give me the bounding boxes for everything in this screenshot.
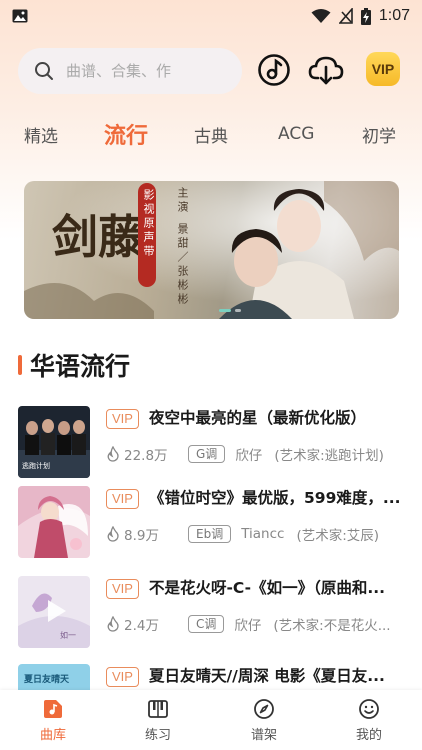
arranger-name: Tiancc: [241, 526, 285, 542]
nav-shelf[interactable]: 谱架: [229, 698, 299, 746]
flame-icon: [107, 616, 119, 632]
search-icon: [35, 62, 53, 80]
play-count: 22.8万: [124, 448, 168, 464]
section-header: 华语流行: [18, 348, 130, 382]
song-title: 《错位时空》最优版，599难度，...: [149, 489, 401, 507]
search-row: VIP: [18, 48, 410, 94]
battery-charging-icon: [360, 7, 371, 25]
key-badge: Eb调: [188, 525, 232, 543]
song-title: 夜空中最亮的星（最新优化版）: [149, 409, 367, 427]
gallery-notification-icon: [12, 9, 28, 23]
nav-shelf-label: 谱架: [250, 728, 277, 743]
nav-practice[interactable]: 练习: [123, 698, 193, 746]
banner-cast-label: 主演: [176, 187, 189, 215]
song-item[interactable]: VIP 《错位时空》最优版，599难度，... 8.9万 Eb调 Tiancc …: [18, 486, 410, 558]
play-count: 2.4万: [124, 618, 159, 634]
key-badge: G调: [188, 445, 226, 463]
nav-practice-label: 练习: [144, 728, 171, 743]
nav-profile[interactable]: 我的: [334, 698, 404, 746]
section-accent-bar: [18, 355, 22, 375]
tab-featured[interactable]: 精选: [24, 114, 58, 154]
key-badge: C调: [188, 615, 225, 633]
song-cover: 逃跑计划: [18, 406, 90, 478]
banner-pager: [219, 309, 241, 312]
banner-red-tag-text: 影视原声带: [142, 189, 155, 259]
artist-name: (艺术家:逃跑计划): [274, 448, 384, 464]
cloud-download-icon: [308, 56, 344, 85]
no-signal-icon: [338, 8, 353, 24]
flame-icon: [107, 526, 119, 542]
vip-tag: VIP: [106, 579, 139, 599]
banner-artwork: 剑藤: [24, 181, 399, 319]
banner-cast: 景甜／张彬彬: [176, 223, 189, 307]
svg-text:如一: 如一: [60, 630, 76, 640]
song-item[interactable]: 如一 VIP 不是花火呀-C-《如一》（原曲和... 2.4万 C调 欣仔 (艺…: [18, 576, 410, 648]
song-meta: 8.9万 Eb调 Tiancc (艺术家:艾辰): [106, 523, 410, 545]
section-title: 华语流行: [30, 352, 131, 381]
song-title: 不是花火呀-C-《如一》（原曲和...: [149, 579, 386, 597]
tab-acg[interactable]: ACG: [278, 114, 314, 154]
song-item[interactable]: 逃跑计划 VIP 夜空中最亮的星（最新优化版） 22.8万 G调 欣仔 (艺术家…: [18, 406, 410, 478]
vip-tag: VIP: [106, 667, 139, 687]
search-box[interactable]: [18, 48, 242, 94]
tuner-icon: [258, 54, 290, 86]
nav-library-label: 曲库: [39, 728, 66, 743]
arranger-name: 欣仔: [235, 448, 263, 464]
status-time: 1:07: [378, 7, 410, 24]
nav-library[interactable]: 曲库: [18, 698, 88, 746]
compass-icon: [254, 699, 274, 719]
tab-pop[interactable]: 流行: [104, 114, 148, 154]
song-meta: 2.4万 C调 欣仔 (艺术家:不是花火...: [106, 613, 410, 635]
svg-text:逃跑计划: 逃跑计划: [22, 461, 50, 470]
promo-banner[interactable]: 剑藤 影视原声带 主演 景甜／张彬彬: [24, 181, 399, 319]
arranger-name: 欣仔: [234, 618, 262, 634]
search-input[interactable]: [66, 62, 216, 80]
vip-tag: VIP: [106, 409, 139, 429]
tuner-button[interactable]: [256, 52, 292, 88]
status-bar: 1:07: [0, 0, 422, 32]
wifi-icon: [311, 9, 331, 23]
artist-name: (艺术家:不是花火...: [273, 618, 391, 634]
nav-profile-label: 我的: [355, 728, 382, 743]
song-cover: 如一: [18, 576, 90, 648]
song-meta: 22.8万 G调 欣仔 (艺术家:逃跑计划): [106, 443, 410, 465]
tab-beginner[interactable]: 初学: [362, 114, 396, 154]
song-cover: [18, 486, 90, 558]
vip-tag: VIP: [106, 489, 139, 509]
play-count: 8.9万: [124, 528, 159, 544]
tab-classical[interactable]: 古典: [194, 114, 228, 154]
smiley-icon: [359, 699, 379, 719]
song-title: 夏日友晴天//周深 电影《夏日友...: [149, 667, 385, 685]
bottom-nav: 曲库 练习 谱架 我的: [0, 690, 422, 750]
svg-text:夏日友晴天: 夏日友晴天: [23, 673, 70, 685]
piano-icon: [148, 700, 168, 718]
vip-button[interactable]: VIP: [366, 52, 400, 86]
download-button[interactable]: [308, 52, 344, 88]
music-library-icon: [44, 700, 62, 718]
flame-icon: [107, 446, 119, 462]
artist-name: (艺术家:艾辰): [296, 528, 380, 544]
banner-logo-text: 剑藤: [52, 210, 144, 264]
category-tabs: 精选 流行 古典 ACG 初学: [0, 114, 422, 154]
